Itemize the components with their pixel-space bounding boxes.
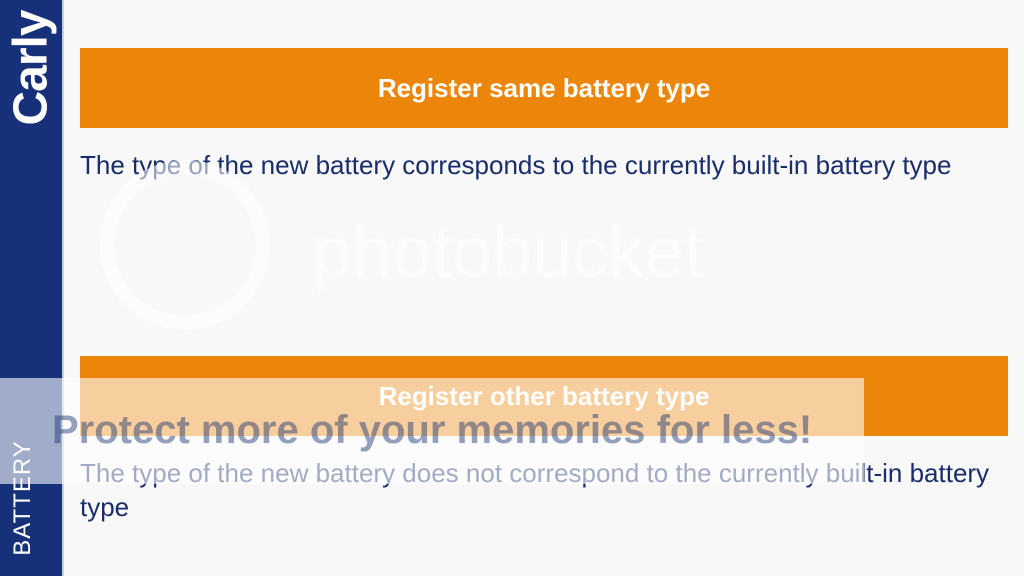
register-same-battery-button[interactable]: Register same battery type — [80, 48, 1008, 128]
same-battery-description: The type of the new battery corresponds … — [80, 150, 952, 180]
app-screen: Carly BATTERY Register same battery type… — [0, 0, 1024, 576]
other-battery-description: The type of the new battery does not cor… — [80, 458, 990, 522]
sidebar: Carly BATTERY — [0, 0, 64, 576]
section-label: BATTERY — [9, 440, 36, 556]
register-other-battery-button[interactable]: Register other battery type — [80, 356, 1008, 436]
main-content: Register same battery type The type of t… — [80, 0, 1008, 576]
carly-logo: Carly — [4, 10, 58, 126]
